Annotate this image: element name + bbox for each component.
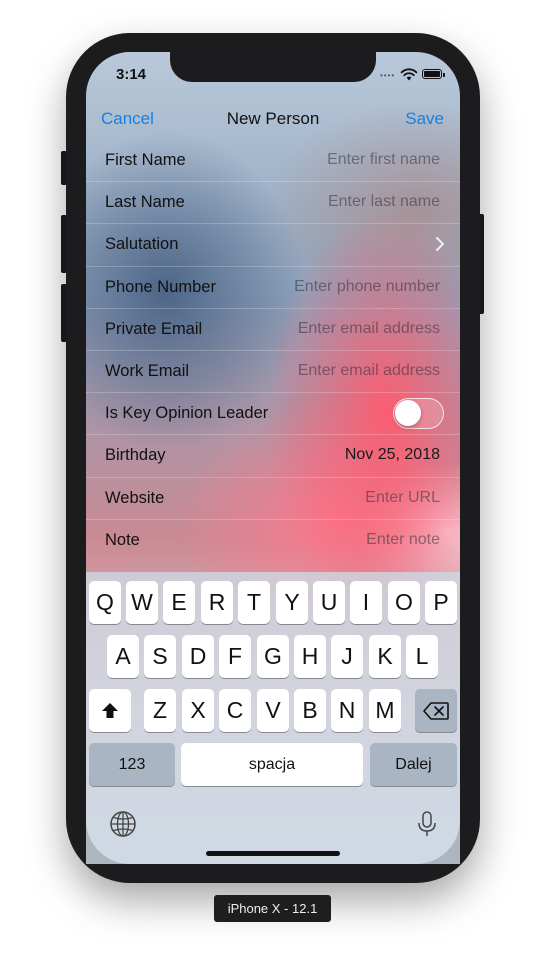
shift-icon (102, 702, 118, 718)
salutation-row[interactable]: Salutation (86, 224, 460, 267)
globe-icon[interactable] (108, 809, 138, 839)
key[interactable]: V (257, 689, 289, 732)
key[interactable]: Z (144, 689, 176, 732)
key[interactable]: L (406, 635, 438, 678)
last-name-label: Last Name (105, 193, 185, 212)
first-name-row[interactable]: First Name Enter first name (86, 140, 460, 183)
work-email-input[interactable]: Enter email address (298, 362, 440, 380)
key-opinion-leader-row: Is Key Opinion Leader (86, 393, 460, 436)
key[interactable]: W (126, 581, 158, 624)
device-label: iPhone X - 12.1 (214, 895, 331, 922)
note-row[interactable]: Note Enter note (86, 520, 460, 562)
key[interactable]: U (313, 581, 345, 624)
note-input[interactable]: Enter note (366, 531, 440, 549)
navigation-bar: Cancel New Person Save (86, 100, 460, 140)
last-name-row[interactable]: Last Name Enter last name (86, 182, 460, 225)
key[interactable]: S (144, 635, 176, 678)
note-label: Note (105, 530, 140, 549)
key[interactable]: G (257, 635, 289, 678)
key[interactable]: R (201, 581, 233, 624)
status-time: 3:14 (116, 66, 147, 83)
key[interactable]: I (350, 581, 382, 624)
next-key[interactable]: Dalej (370, 743, 457, 786)
wifi-icon (400, 68, 418, 81)
home-indicator[interactable] (206, 851, 340, 856)
toggle-knob (395, 400, 421, 427)
phone-number-input[interactable]: Enter phone number (294, 278, 440, 296)
birthday-label: Birthday (105, 446, 166, 465)
work-email-row[interactable]: Work Email Enter email address (86, 351, 460, 394)
key[interactable]: M (369, 689, 401, 732)
key[interactable]: Y (276, 581, 308, 624)
key[interactable]: B (294, 689, 326, 732)
cancel-button[interactable]: Cancel (101, 109, 154, 129)
birthday-value[interactable]: Nov 25, 2018 (345, 446, 440, 464)
backspace-icon (423, 701, 449, 720)
private-email-row[interactable]: Private Email Enter email address (86, 309, 460, 351)
status-icons: •••• (380, 66, 446, 82)
last-name-input[interactable]: Enter last name (328, 193, 440, 211)
phone-number-label: Phone Number (105, 277, 216, 296)
website-row[interactable]: Website Enter URL (86, 478, 460, 520)
notch (170, 52, 376, 82)
numbers-key[interactable]: 123 (89, 743, 175, 786)
keyboard: Q W E R T Y U I O P A S D F G H J K L Z … (86, 572, 460, 864)
first-name-input[interactable]: Enter first name (327, 151, 440, 169)
private-email-label: Private Email (105, 319, 203, 338)
key[interactable]: A (107, 635, 139, 678)
person-form: First Name Enter first name Last Name En… (86, 140, 460, 562)
private-email-input[interactable]: Enter email address (298, 320, 440, 338)
key[interactable]: X (182, 689, 214, 732)
key[interactable]: H (294, 635, 326, 678)
space-key[interactable]: spacja (181, 743, 363, 786)
phone-number-row[interactable]: Phone Number Enter phone number (86, 267, 460, 309)
key-opinion-leader-label: Is Key Opinion Leader (105, 404, 269, 423)
work-email-label: Work Email (105, 361, 190, 380)
website-input[interactable]: Enter URL (365, 489, 440, 507)
key[interactable]: J (331, 635, 363, 678)
key-opinion-leader-toggle[interactable] (393, 398, 444, 430)
salutation-label: Salutation (105, 235, 179, 254)
shift-key[interactable] (89, 689, 131, 732)
key[interactable]: Q (89, 581, 121, 624)
key[interactable]: F (219, 635, 251, 678)
key[interactable]: P (425, 581, 457, 624)
microphone-icon[interactable] (412, 809, 442, 839)
key[interactable]: T (238, 581, 270, 624)
key[interactable]: E (163, 581, 195, 624)
website-label: Website (105, 488, 165, 507)
key[interactable]: O (388, 581, 420, 624)
key[interactable]: D (182, 635, 214, 678)
cellular-signal-icon: •••• (380, 71, 396, 80)
save-button[interactable]: Save (405, 109, 444, 129)
birthday-row[interactable]: Birthday Nov 25, 2018 (86, 435, 460, 478)
battery-icon (422, 69, 445, 79)
key[interactable]: C (219, 689, 251, 732)
first-name-label: First Name (105, 151, 186, 169)
key[interactable]: N (331, 689, 363, 732)
key[interactable]: K (369, 635, 401, 678)
backspace-key[interactable] (415, 689, 457, 732)
chevron-right-icon (436, 237, 444, 252)
